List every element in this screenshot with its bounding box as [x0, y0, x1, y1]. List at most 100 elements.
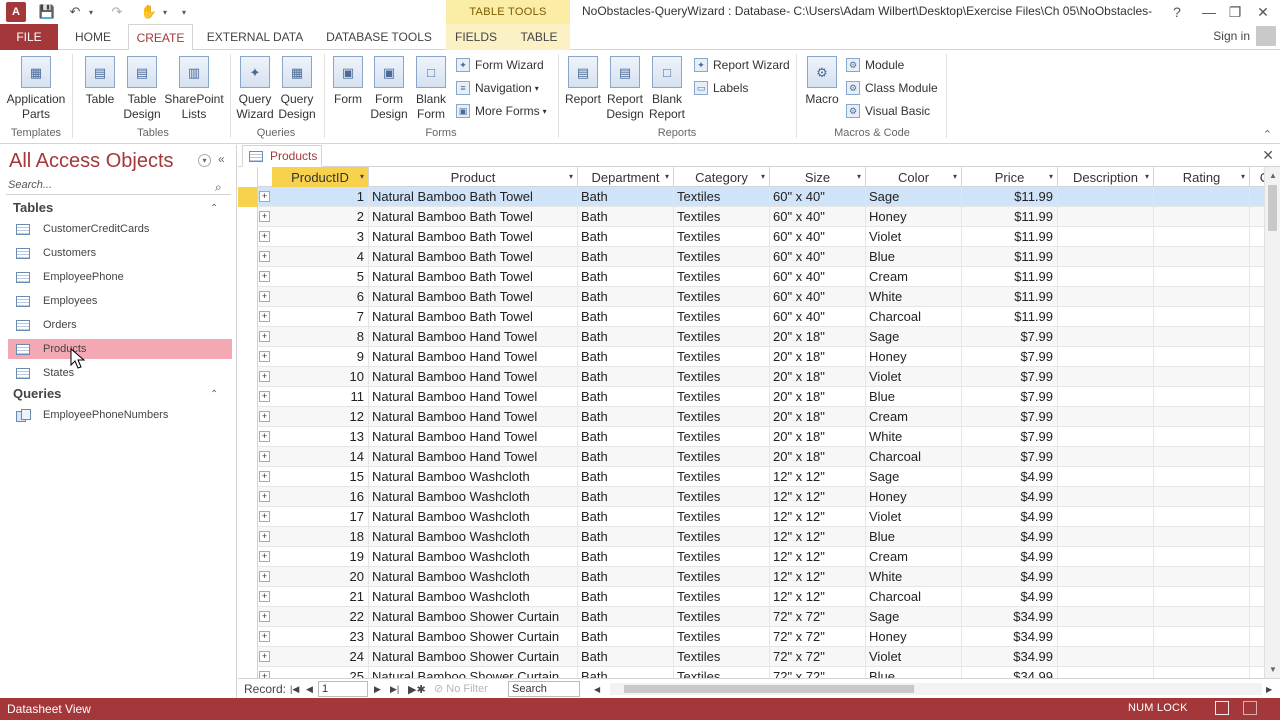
table-cell[interactable]: Violet	[866, 507, 962, 527]
expand-subdatasheet-icon[interactable]: +	[259, 471, 270, 482]
table-cell[interactable]: Honey	[866, 627, 962, 647]
table-cell[interactable]	[1250, 447, 1264, 467]
table-cell[interactable]: 16	[272, 487, 369, 507]
record-selector[interactable]	[238, 287, 258, 307]
record-selector[interactable]	[238, 507, 258, 527]
table-cell[interactable]: Textiles	[674, 427, 770, 447]
table-cell[interactable]	[1250, 487, 1264, 507]
table-cell[interactable]	[1154, 387, 1250, 407]
sharepoint-lists-button[interactable]: ▥ SharePoint Lists	[162, 56, 226, 122]
table-row[interactable]: +8 Natural Bamboo Hand Towel Bath Textiles 2…	[238, 327, 1264, 347]
nav-menu-chevron-icon[interactable]: ▾	[198, 154, 211, 167]
table-cell[interactable]: Natural Bamboo Bath Towel	[369, 227, 578, 247]
no-filter-indicator[interactable]: ⊘ No Filter	[434, 682, 488, 695]
table-cell[interactable]: Bath	[578, 567, 674, 587]
table-cell[interactable]	[1250, 267, 1264, 287]
table-cell[interactable]: Bath	[578, 467, 674, 487]
expand-subdatasheet-icon[interactable]: +	[259, 231, 270, 242]
table-cell[interactable]	[1058, 567, 1154, 587]
table-cell[interactable]: $11.99	[962, 247, 1058, 267]
table-cell[interactable]: 15	[272, 467, 369, 487]
table-cell[interactable]: Bath	[578, 427, 674, 447]
horizontal-scroll-thumb[interactable]	[624, 685, 914, 693]
table-cell[interactable]	[1250, 467, 1264, 487]
table-cell[interactable]: 60" x 40"	[770, 247, 866, 267]
table-cell[interactable]	[1058, 627, 1154, 647]
table-cell[interactable]: $7.99	[962, 327, 1058, 347]
table-cell[interactable]: 20" x 18"	[770, 367, 866, 387]
column-filter-dropdown-icon[interactable]: ▾	[1049, 172, 1053, 181]
table-cell[interactable]: 72" x 72"	[770, 647, 866, 667]
table-cell[interactable]: Bath	[578, 607, 674, 627]
table-cell[interactable]	[1154, 367, 1250, 387]
table-cell[interactable]	[1154, 587, 1250, 607]
avatar[interactable]	[1256, 26, 1276, 46]
column-header[interactable]: Size ▾	[770, 167, 866, 187]
table-row[interactable]: +1 Natural Bamboo Bath Towel Bath Textiles 6…	[238, 187, 1264, 207]
table-design-button[interactable]: ▤ Table Design	[120, 56, 164, 122]
column-header[interactable]: Price ▾	[962, 167, 1058, 187]
table-cell[interactable]	[1250, 667, 1264, 678]
horizontal-scrollbar[interactable]	[610, 683, 1262, 695]
help-button[interactable]: ?	[1164, 2, 1190, 22]
table-cell[interactable]: 7	[272, 307, 369, 327]
expand-subdatasheet-icon[interactable]: +	[259, 451, 270, 462]
table-cell[interactable]: White	[866, 567, 962, 587]
table-cell[interactable]: Bath	[578, 487, 674, 507]
table-cell[interactable]: Textiles	[674, 387, 770, 407]
table-cell[interactable]: Bath	[578, 547, 674, 567]
table-row[interactable]: +20 Natural Bamboo Washcloth Bath Textiles 1…	[238, 567, 1264, 587]
module-button[interactable]: ⚙ Module	[846, 56, 904, 74]
column-header[interactable]: Description ▾	[1058, 167, 1154, 187]
table-cell[interactable]: Cream	[866, 407, 962, 427]
table-cell[interactable]: 12" x 12"	[770, 567, 866, 587]
table-cell[interactable]: 72" x 72"	[770, 667, 866, 678]
table-cell[interactable]	[1058, 287, 1154, 307]
table-cell[interactable]: Charcoal	[866, 447, 962, 467]
record-selector[interactable]	[238, 567, 258, 587]
table-cell[interactable]: Textiles	[674, 247, 770, 267]
table-cell[interactable]: $7.99	[962, 347, 1058, 367]
more-forms-button[interactable]: ▣ More Forms ▾	[456, 102, 547, 120]
table-cell[interactable]	[1154, 567, 1250, 587]
table-cell[interactable]: Natural Bamboo Washcloth	[369, 527, 578, 547]
vertical-scrollbar[interactable]: ▲ ▼	[1264, 167, 1280, 678]
nav-group-queries[interactable]: Queries	[13, 386, 61, 401]
nav-pane-title[interactable]: All Access Objects	[9, 150, 174, 173]
nav-item-orders[interactable]: Orders	[8, 315, 232, 335]
table-cell[interactable]: Sage	[866, 607, 962, 627]
expand-subdatasheet-icon[interactable]: +	[259, 671, 270, 678]
table-cell[interactable]: White	[866, 427, 962, 447]
table-cell[interactable]: Honey	[866, 207, 962, 227]
table-cell[interactable]	[1250, 547, 1264, 567]
table-cell[interactable]: 72" x 72"	[770, 627, 866, 647]
table-cell[interactable]	[1058, 447, 1154, 467]
expand-subdatasheet-icon[interactable]: +	[259, 371, 270, 382]
table-row[interactable]: +25 Natural Bamboo Shower Curtain Bath Text…	[238, 667, 1264, 678]
table-cell[interactable]	[1250, 347, 1264, 367]
table-cell[interactable]	[1154, 607, 1250, 627]
table-cell[interactable]: $4.99	[962, 467, 1058, 487]
table-cell[interactable]: 20" x 18"	[770, 347, 866, 367]
column-filter-dropdown-icon[interactable]: ▾	[1241, 172, 1245, 181]
expand-subdatasheet-icon[interactable]: +	[259, 271, 270, 282]
report-wizard-button[interactable]: ✦ Report Wizard	[694, 56, 790, 74]
table-cell[interactable]: 8	[272, 327, 369, 347]
table-cell[interactable]: 20	[272, 567, 369, 587]
next-record-icon[interactable]: ▶	[374, 681, 381, 697]
save-icon[interactable]: 💾	[38, 3, 56, 21]
table-cell[interactable]: $7.99	[962, 427, 1058, 447]
table-cell[interactable]: Natural Bamboo Bath Towel	[369, 287, 578, 307]
expand-subdatasheet-icon[interactable]: +	[259, 631, 270, 642]
table-cell[interactable]: Natural Bamboo Bath Towel	[369, 187, 578, 207]
table-cell[interactable]: Cream	[866, 267, 962, 287]
table-row[interactable]: +7 Natural Bamboo Bath Towel Bath Textiles 6…	[238, 307, 1264, 327]
table-cell[interactable]: $7.99	[962, 387, 1058, 407]
table-cell[interactable]	[1058, 527, 1154, 547]
tab-home[interactable]: HOME	[64, 24, 122, 50]
expand-subdatasheet-icon[interactable]: +	[259, 531, 270, 542]
table-cell[interactable]	[1058, 467, 1154, 487]
new-record-icon[interactable]: ▶✱	[408, 681, 426, 697]
expand-subdatasheet-icon[interactable]: +	[259, 431, 270, 442]
column-filter-dropdown-icon[interactable]: ▾	[665, 172, 669, 181]
